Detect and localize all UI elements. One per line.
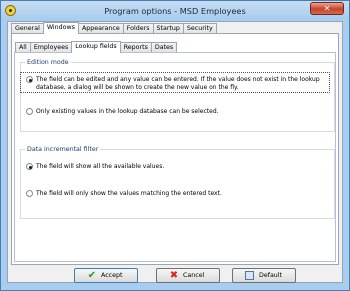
default-label: Default (259, 272, 283, 279)
close-button[interactable]: ✕ (310, 2, 344, 15)
cancel-label: Cancel (183, 272, 205, 279)
cancel-button[interactable]: ✖ Cancel (156, 268, 220, 283)
cross-icon: ✖ (169, 270, 179, 281)
edition-mode-caption: Edition mode (25, 59, 71, 66)
dialog-body: General Windows Appearance Folders Start… (7, 21, 343, 283)
button-bar: ✔ Accept ✖ Cancel Default (7, 267, 343, 287)
title-bar[interactable]: Program options - MSD Employees ✕ (1, 1, 349, 21)
filter-all-values-label: The field will show all the available va… (36, 163, 165, 170)
check-icon: ✔ (87, 270, 97, 281)
document-icon (245, 271, 254, 280)
windows-tab-panel: All Employees Lookup fields Reports Date… (11, 33, 339, 265)
incremental-filter-group: Data incremental filter The field will s… (20, 146, 335, 219)
filter-option-matching[interactable]: The field will only show the values matc… (26, 190, 326, 198)
edition-existing-only-label: Only existing values in the lookup datab… (36, 108, 219, 115)
filter-all-values-radio[interactable] (26, 163, 33, 170)
tab-windows[interactable]: Windows (42, 22, 79, 34)
edition-existing-only-radio[interactable] (26, 108, 33, 115)
incremental-filter-caption: Data incremental filter (25, 146, 101, 153)
accept-label: Accept (101, 272, 123, 279)
options-window: Program options - MSD Employees ✕ Genera… (0, 0, 350, 291)
filter-option-all-values[interactable]: The field will show all the available va… (26, 163, 326, 171)
tab-lookup-fields[interactable]: Lookup fields (71, 41, 121, 53)
focus-rectangle (20, 72, 330, 93)
window-title: Program options - MSD Employees (104, 6, 246, 16)
filter-matching-radio[interactable] (26, 190, 33, 197)
accept-button[interactable]: ✔ Accept (74, 268, 138, 283)
default-button[interactable]: Default (232, 268, 296, 283)
filter-matching-label: The field will only show the values matc… (36, 190, 222, 197)
edition-option-existing-only[interactable]: Only existing values in the lookup datab… (26, 108, 326, 116)
